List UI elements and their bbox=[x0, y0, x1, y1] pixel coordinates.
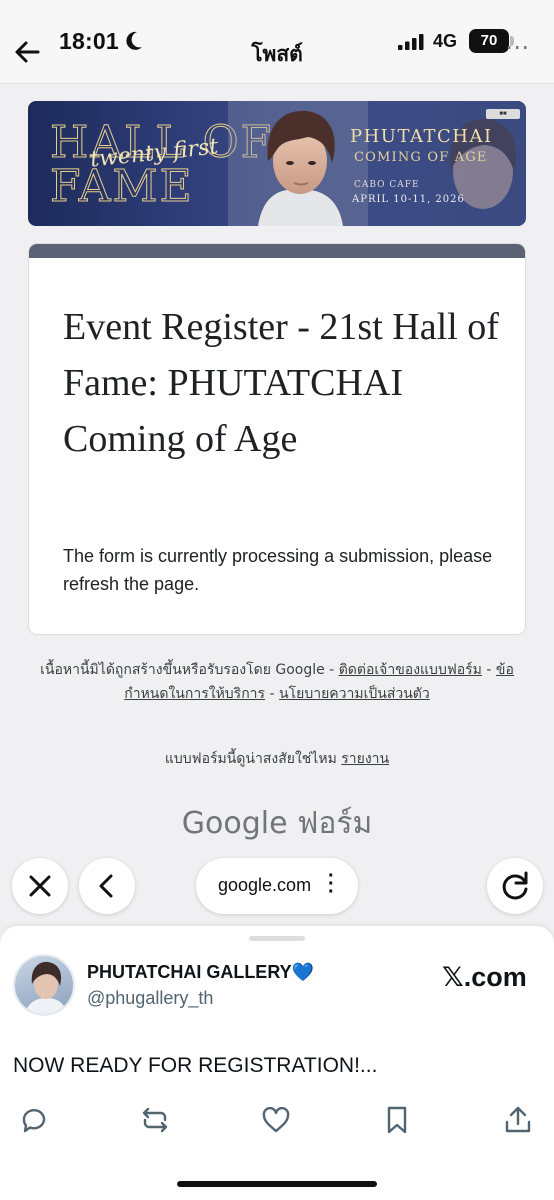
network-type: 4G bbox=[433, 31, 458, 51]
top-bar: 18:01 โพสต์ 4G 70 ⋯ bbox=[0, 0, 554, 84]
tweet-text[interactable]: NOW READY FOR REGISTRATION!... bbox=[13, 1054, 377, 1078]
form-title: Event Register - 21st Hall of Fame: PHUT… bbox=[63, 306, 499, 460]
share-icon[interactable] bbox=[502, 1104, 534, 1136]
tweet-author-name[interactable]: PHUTATCHAI GALLERY💙 bbox=[87, 962, 314, 983]
event-banner-image: HALL OF FAME twenty first PHUTATCHAI COMI… bbox=[28, 101, 526, 226]
banner-sponsor-logo: ■■ bbox=[486, 109, 520, 119]
more-options-icon[interactable]: ⋯ bbox=[505, 36, 535, 66]
x-com-logo[interactable]: 𝕏.com bbox=[442, 962, 527, 993]
like-heart-icon[interactable] bbox=[260, 1104, 292, 1136]
form-card: Event Register - 21st Hall of Fame: PHUT… bbox=[28, 243, 526, 635]
privacy-link[interactable]: นโยบายความเป็นส่วนตัว bbox=[279, 686, 430, 702]
banner-artist-name: PHUTATCHAI bbox=[350, 126, 493, 147]
google-forms-logo: Google ฟอร์ม bbox=[181, 806, 373, 841]
avatar[interactable] bbox=[13, 954, 75, 1016]
reload-button[interactable] bbox=[487, 858, 543, 914]
tweet-sheet: PHUTATCHAI GALLERY💙 @phugallery_th 𝕏.com… bbox=[0, 926, 554, 1200]
report-row: แบบฟอร์มนี้ดูน่าสงสัยใช่ไหม รายงาน bbox=[0, 748, 554, 770]
form-accent-bar bbox=[29, 244, 525, 258]
url-bar[interactable]: google.com · · · bbox=[196, 858, 358, 914]
browser-back-button[interactable] bbox=[79, 858, 135, 914]
banner-portrait bbox=[228, 101, 368, 226]
home-indicator bbox=[177, 1181, 377, 1187]
tweet-actions bbox=[0, 1104, 554, 1144]
url-menu-icon[interactable]: · · · bbox=[328, 866, 335, 902]
report-link[interactable]: รายงาน bbox=[341, 751, 389, 767]
url-text: google.com bbox=[218, 875, 312, 895]
form-status-message: The form is currently processing a submi… bbox=[63, 546, 493, 594]
banner-subtitle: COMING OF AGE bbox=[354, 150, 488, 165]
footer-disclaimer: เนื้อหานี้มิได้ถูกสร้างขึ้นหรือรับรองโดย… bbox=[40, 662, 335, 678]
reply-icon[interactable] bbox=[18, 1104, 50, 1136]
bookmark-icon[interactable] bbox=[381, 1104, 413, 1136]
battery-indicator: 70 bbox=[469, 29, 509, 53]
reload-icon bbox=[502, 871, 528, 900]
tweet-author-handle[interactable]: @phugallery_th bbox=[87, 988, 213, 1009]
banner-venue: CABO CAFE bbox=[354, 180, 420, 190]
close-browser-button[interactable] bbox=[12, 858, 68, 914]
report-question: แบบฟอร์มนี้ดูน่าสงสัยใช่ไหม bbox=[164, 751, 337, 767]
close-icon bbox=[29, 875, 51, 897]
sheet-drag-handle[interactable] bbox=[249, 936, 305, 941]
contact-owner-link[interactable]: ติดต่อเจ้าของแบบฟอร์ม bbox=[339, 662, 482, 678]
chevron-left-icon bbox=[99, 874, 113, 898]
avatar-portrait bbox=[24, 961, 68, 1014]
repost-icon[interactable] bbox=[139, 1104, 171, 1136]
form-footer: เนื้อหานี้มิได้ถูกสร้างขึ้นหรือรับรองโดย… bbox=[40, 662, 514, 702]
banner-date: APRIL 10-11, 2026 bbox=[352, 194, 465, 205]
signal-icon bbox=[398, 34, 424, 50]
